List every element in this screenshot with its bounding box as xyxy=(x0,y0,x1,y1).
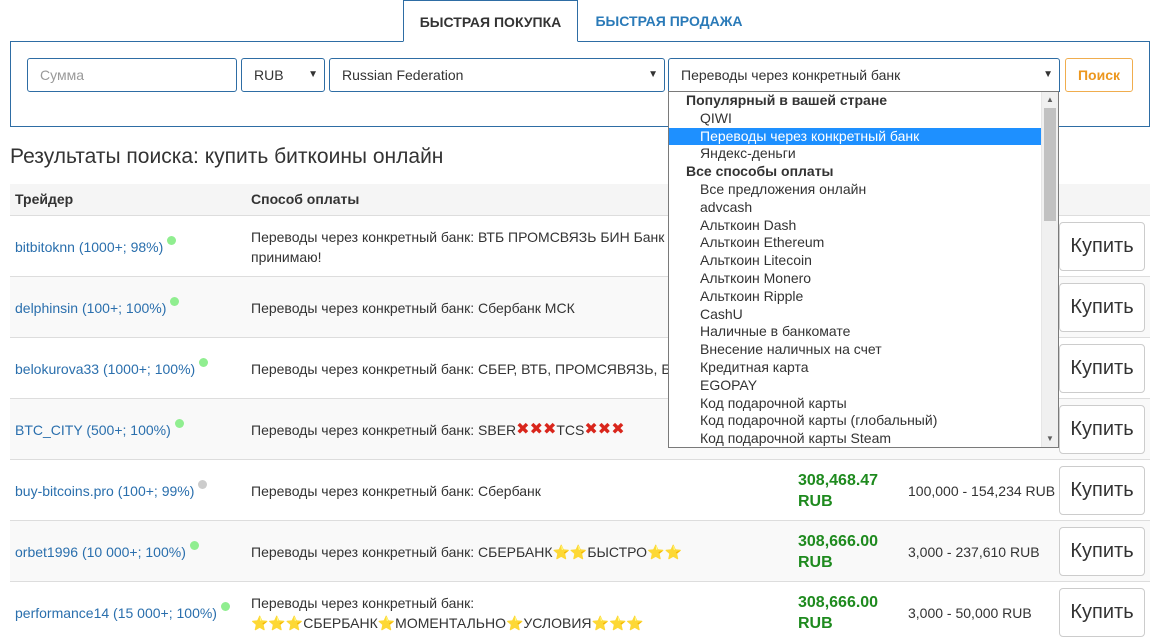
trader-link[interactable]: buy-bitcoins.pro (100+; 99%) xyxy=(15,483,194,499)
page-title: Результаты поиска: купить биткоины онлай… xyxy=(10,145,444,168)
status-dot-icon xyxy=(174,419,184,428)
country-value: Russian Federation xyxy=(342,67,464,83)
status-dot-icon xyxy=(198,480,208,489)
payment-method-text: Переводы через конкретный банк: ВТБ ПРОМ… xyxy=(251,228,665,265)
scroll-up-arrow-icon[interactable]: ▲ xyxy=(1042,92,1058,108)
dropdown-group-label: Все способы оплаты xyxy=(686,163,834,180)
currency-value: RUB xyxy=(254,67,284,83)
header-trader: Трейдер xyxy=(15,191,74,207)
cross-icon: ✖ xyxy=(542,420,557,438)
cross-icon: ✖ xyxy=(584,420,598,438)
chevron-down-icon: ▼ xyxy=(1043,69,1053,80)
trader-link[interactable]: performance14 (15 000+; 100%) xyxy=(15,605,217,621)
trader-link[interactable]: bitbitoknn (1000+; 98%) xyxy=(15,239,163,255)
trader-cell: orbet1996 (10 000+; 100%) xyxy=(15,521,199,582)
buy-button[interactable]: Купить xyxy=(1059,466,1145,515)
dropdown-option[interactable]: EGOPAY xyxy=(669,377,1042,395)
dropdown-option[interactable]: Переводы через конкретный банк xyxy=(669,127,1042,146)
currency-select[interactable]: RUB ▼ xyxy=(241,58,325,92)
dropdown-option[interactable]: CashU xyxy=(669,306,1042,324)
chevron-down-icon: ▼ xyxy=(308,69,318,80)
scroll-thumb[interactable] xyxy=(1044,108,1056,221)
dropdown-option[interactable]: Альткоин Dash xyxy=(669,217,1042,235)
status-dot-icon xyxy=(167,236,177,245)
dropdown-option[interactable]: QIWI xyxy=(669,110,1042,128)
payment-method-text: Переводы через конкретный банк: Сбербанк xyxy=(251,482,541,499)
cross-icon: ✖ xyxy=(611,420,625,438)
payment-method-value: Переводы через конкретный банк xyxy=(681,67,901,83)
trader-link[interactable]: BTC_CITY (500+; 100%) xyxy=(15,422,171,438)
dropdown-option[interactable]: Альткоин Monero xyxy=(669,270,1042,288)
tab-quick-sell[interactable]: БЫСТРАЯ ПРОДАЖА xyxy=(578,0,760,42)
trader-link[interactable]: orbet1996 (10 000+; 100%) xyxy=(15,544,186,560)
payment-method-text: Переводы через конкретный банк: СБЕРБАНК… xyxy=(251,543,682,560)
trader-cell: delphinsin (100+; 100%) xyxy=(15,277,180,338)
buy-button[interactable]: Купить xyxy=(1059,527,1145,576)
trader-cell: belokurova33 (1000+; 100%) xyxy=(15,338,209,399)
dropdown-option[interactable]: Альткоин Ripple xyxy=(669,288,1042,306)
payment-method-dropdown[interactable]: Популярный в вашей стране QIWI Переводы че… xyxy=(668,91,1059,448)
dropdown-scrollbar[interactable]: ▲ ▼ xyxy=(1041,92,1058,447)
cross-icon: ✖ xyxy=(516,420,530,438)
dropdown-option[interactable]: Код подарочной карты xyxy=(669,395,1042,413)
status-dot-icon xyxy=(199,358,209,367)
dropdown-option[interactable]: Альткоин Litecoin xyxy=(669,252,1042,270)
status-dot-icon xyxy=(220,602,230,611)
tab-bar: БЫСТРАЯ ПОКУПКА БЫСТРАЯ ПРОДАЖА xyxy=(0,0,1158,42)
buy-button[interactable]: Купить xyxy=(1059,405,1145,454)
dropdown-option[interactable]: Кредитная карта xyxy=(669,359,1042,377)
trader-link[interactable]: belokurova33 (1000+; 100%) xyxy=(15,361,195,377)
payment-method-text: Переводы через конкретный банк: СБЕР, ВТ… xyxy=(251,360,671,377)
price-value: 308,468.47 RUB xyxy=(798,471,879,510)
dropdown-option[interactable]: Альткоин Ethereum xyxy=(669,234,1042,252)
cross-icon: ✖ xyxy=(529,420,543,438)
trader-cell: performance14 (15 000+; 100%) xyxy=(15,582,230,643)
status-dot-icon xyxy=(189,541,199,550)
payment-method-text: Переводы через конкретный банк: SBER ✖ ✖ ✖… xyxy=(251,420,625,438)
price-value: 308,666.00 RUB xyxy=(798,593,879,632)
dropdown-option[interactable]: Все предложения онлайн xyxy=(669,181,1042,199)
buy-button[interactable]: Купить xyxy=(1059,222,1145,271)
country-select[interactable]: Russian Federation ▼ xyxy=(329,58,665,92)
chevron-down-icon: ▼ xyxy=(648,69,658,80)
table-row: buy-bitcoins.pro (100+; 99%) Переводы чер… xyxy=(10,459,1150,520)
dropdown-option[interactable]: Код подарочной карты Steam xyxy=(669,430,1042,447)
buy-button[interactable]: Купить xyxy=(1059,283,1145,332)
limit-range: 100,000 - 154,234 RUB xyxy=(908,482,1056,499)
tab-quick-buy[interactable]: БЫСТРАЯ ПОКУПКА xyxy=(403,0,578,42)
table-row: orbet1996 (10 000+; 100%) Переводы через … xyxy=(10,520,1150,581)
payment-method-text: Переводы через конкретный банк: ⭐⭐⭐СБЕРБ… xyxy=(251,594,644,631)
trader-link[interactable]: delphinsin (100+; 100%) xyxy=(15,300,166,316)
dropdown-option[interactable]: advcash xyxy=(669,199,1042,217)
dropdown-group-label: Популярный в вашей стране xyxy=(686,92,888,108)
buy-button[interactable]: Купить xyxy=(1059,588,1145,637)
amount-input[interactable] xyxy=(27,58,237,92)
payment-method-select[interactable]: Переводы через конкретный банк ▼ xyxy=(668,58,1060,92)
trader-cell: bitbitoknn (1000+; 98%) xyxy=(15,216,177,277)
header-payment: Способ оплаты xyxy=(251,191,360,207)
dropdown-option[interactable]: Внесение наличных на счет xyxy=(669,341,1042,359)
trader-cell: BTC_CITY (500+; 100%) xyxy=(15,399,184,460)
limit-range: 3,000 - 237,610 RUB xyxy=(908,543,1040,560)
dropdown-option[interactable]: Яндекс-деньги xyxy=(669,145,1042,163)
dropdown-options: Популярный в вашей стране QIWI Переводы че… xyxy=(669,92,1042,447)
status-dot-icon xyxy=(170,297,180,306)
scroll-down-arrow-icon[interactable]: ▼ xyxy=(1042,431,1058,447)
search-button[interactable]: Поиск xyxy=(1065,58,1133,92)
payment-method-text: Переводы через конкретный банк: Сбербанк… xyxy=(251,299,575,316)
cross-icon: ✖ xyxy=(597,420,612,438)
price-value: 308,666.00 RUB xyxy=(798,532,879,571)
limit-range: 3,000 - 50,000 RUB xyxy=(908,604,1032,621)
buy-button[interactable]: Купить xyxy=(1059,344,1145,393)
table-row: performance14 (15 000+; 100%) Переводы че… xyxy=(10,581,1150,642)
trader-cell: buy-bitcoins.pro (100+; 99%) xyxy=(15,460,208,521)
dropdown-option[interactable]: Наличные в банкомате xyxy=(669,323,1042,341)
dropdown-option[interactable]: Код подарочной карты (глобальный) xyxy=(669,412,1042,430)
